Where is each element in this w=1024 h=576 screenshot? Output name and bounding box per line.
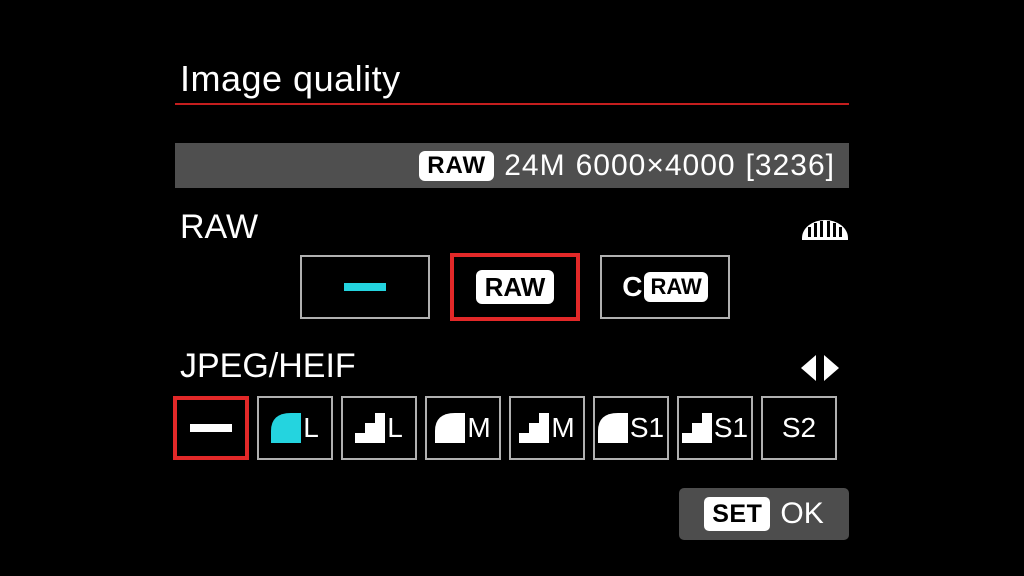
jpeg-option-medium-fine[interactable]: M	[425, 396, 501, 460]
info-megapixels: 24M	[504, 149, 565, 183]
dash-icon	[344, 283, 386, 291]
left-right-arrows-icon	[801, 355, 839, 381]
info-shots: [3236]	[746, 149, 835, 183]
raw-option-raw[interactable]: RAW	[450, 253, 580, 321]
set-ok-button[interactable]: SET OK	[679, 488, 849, 540]
jpeg-options: L L M M S1 S1 S2	[173, 396, 837, 460]
raw-section-label: RAW	[180, 208, 258, 247]
normal-quality-icon	[355, 413, 385, 443]
ok-label: OK	[780, 497, 823, 531]
dash-icon	[190, 424, 232, 432]
normal-quality-icon	[519, 413, 549, 443]
set-badge: SET	[704, 497, 770, 531]
fine-quality-icon	[271, 413, 301, 443]
size-label: M	[467, 412, 490, 444]
raw-option-none[interactable]	[300, 255, 430, 319]
fine-quality-icon	[598, 413, 628, 443]
title-divider	[175, 103, 849, 105]
raw-options: RAW C RAW	[300, 255, 730, 321]
jpeg-option-s2[interactable]: S2	[761, 396, 837, 460]
size-label: M	[551, 412, 574, 444]
craw-icon: C RAW	[622, 271, 708, 303]
size-label: S1	[714, 412, 748, 444]
info-dimensions: 6000×4000	[576, 149, 736, 183]
jpeg-option-none[interactable]	[173, 396, 249, 460]
size-label: S1	[630, 412, 664, 444]
jpeg-option-s1-fine[interactable]: S1	[593, 396, 669, 460]
size-label: L	[303, 412, 319, 444]
fine-quality-icon	[435, 413, 465, 443]
info-bar: RAW 24M 6000×4000 [3236]	[175, 143, 849, 188]
page-title: Image quality	[180, 58, 401, 100]
jpeg-option-large-fine[interactable]: L	[257, 396, 333, 460]
size-label: S2	[782, 412, 816, 444]
dial-icon	[802, 218, 848, 240]
format-badge: RAW	[419, 151, 494, 181]
jpeg-option-medium-norm[interactable]: M	[509, 396, 585, 460]
jpeg-section-label: JPEG/HEIF	[180, 347, 356, 386]
jpeg-option-large-norm[interactable]: L	[341, 396, 417, 460]
size-label: L	[387, 412, 403, 444]
raw-icon: RAW	[476, 270, 555, 304]
normal-quality-icon	[682, 413, 712, 443]
raw-option-craw[interactable]: C RAW	[600, 255, 730, 319]
jpeg-option-s1-norm[interactable]: S1	[677, 396, 753, 460]
